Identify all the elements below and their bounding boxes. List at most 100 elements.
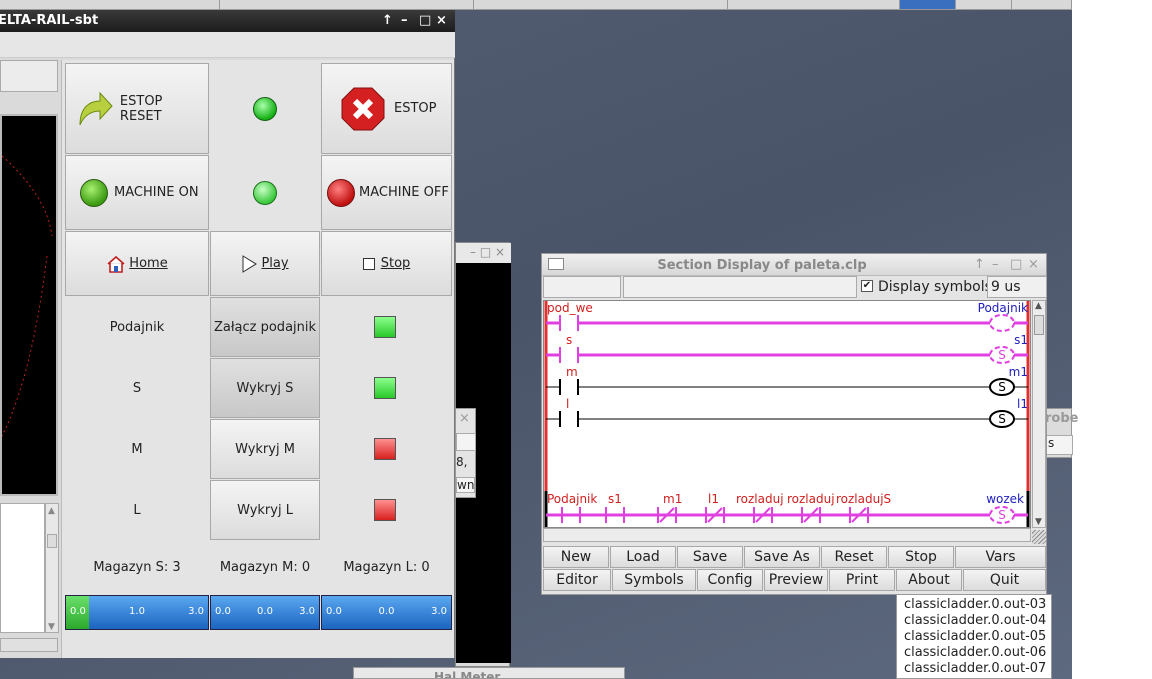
magazyn-m-label: Magazyn M: 0	[219, 559, 311, 575]
main-window-titlebar[interactable]: ELTA-RAIL-sbt ↑ – □ ×	[0, 10, 455, 32]
row-label: Podajnik	[109, 319, 165, 335]
preview-button[interactable]: Preview	[764, 569, 828, 591]
desktop-right-edge	[1072, 0, 1152, 679]
preview-window-titlebar[interactable]: – □ ×	[456, 243, 511, 263]
estop-button[interactable]: ESTOP	[321, 63, 452, 154]
contact-label: m	[566, 365, 578, 379]
minimize-icon[interactable]: –	[401, 13, 408, 28]
ladder-canvas[interactable]: pod_we Podajnik s s1 Sm m1 Sl l1 S Podajnik s1 m1 l1…	[543, 300, 1031, 528]
scroll-down-icon[interactable]: ▼	[1035, 517, 1042, 527]
estop-reset-button[interactable]: ESTOP RESET	[65, 63, 209, 154]
contact-label: m1	[663, 492, 682, 506]
scroll-up-icon[interactable]: ▲	[1035, 301, 1042, 311]
load-button[interactable]: Load	[610, 546, 676, 568]
close-icon[interactable]: ×	[436, 13, 447, 28]
ladder-diagram: pod_we Podajniks s1Sm m1Sl l1SPodajnik s1 m1 l1…	[544, 301, 1030, 527]
play-button[interactable]: Play	[210, 231, 320, 296]
reset-arrow-icon	[79, 91, 113, 125]
print-button[interactable]: Print	[829, 569, 895, 591]
machine-off-button[interactable]: MACHINE OFF	[321, 155, 452, 230]
raise-icon[interactable]: ↑	[382, 13, 393, 28]
ladder-hscroll[interactable]	[543, 528, 1031, 542]
bar-tick-label: 0.0	[257, 606, 273, 617]
magazyn-s-label: Magazyn S: 3	[93, 559, 181, 575]
coil-type: S	[998, 348, 1006, 362]
row-label: M	[131, 441, 143, 457]
hal-meter-window[interactable]: Hal Meter	[353, 667, 625, 679]
save-as-button[interactable]: Save As	[744, 546, 820, 568]
probe-window: robe s	[1044, 408, 1078, 458]
magazyn-m-bar: 0.0 0.0 3.0	[210, 595, 320, 630]
stop-button[interactable]: Stop	[888, 546, 954, 568]
ladder-window: Section Display of paleta.clp ↑ – □ × ✔ …	[541, 253, 1047, 595]
probe-field[interactable]: s	[1045, 435, 1073, 455]
display-symbols-checkbox[interactable]: ✔	[861, 280, 873, 292]
podajnik-status-indicator	[374, 316, 396, 338]
hal-meter-title: Hal Meter	[434, 670, 501, 679]
scroll-thumb[interactable]	[47, 534, 57, 548]
contact-label: Podajnik	[547, 492, 597, 506]
list-item[interactable]: classicladder.0.out-05	[904, 629, 1051, 645]
machine-off-label: MACHINE OFF	[359, 185, 449, 200]
minimize-icon[interactable]: –	[992, 257, 999, 272]
about-button[interactable]: About	[896, 569, 962, 591]
list-item[interactable]: classicladder.0.out-07	[904, 661, 1051, 677]
magazyn-l-label: Magazyn L: 0	[343, 559, 430, 575]
scroll-thumb[interactable]	[1034, 315, 1044, 335]
left-text-area[interactable]	[0, 503, 45, 633]
scroll-down-icon[interactable]: ▼	[48, 622, 55, 632]
magazyn-l-bar: 0.0 0.0 3.0	[321, 595, 452, 630]
signal-list[interactable]: classicladder.0.out-03 classicladder.0.o…	[896, 594, 1052, 679]
contact-label: s1	[608, 492, 622, 506]
close-icon[interactable]: ×	[459, 411, 470, 426]
play-icon	[242, 254, 258, 273]
coil-label: m1	[1009, 365, 1028, 379]
save-button[interactable]: Save	[677, 546, 743, 568]
bar-tick-label: 3.0	[431, 606, 447, 617]
wykryj-m-button[interactable]: Wykryj M	[210, 419, 320, 479]
list-item[interactable]: classicladder.0.out-04	[904, 613, 1051, 629]
rung-comment-field[interactable]	[543, 276, 621, 298]
contact-label: l	[566, 397, 569, 411]
wykryj-l-button[interactable]: Wykryj L	[210, 480, 320, 540]
section-name-field[interactable]	[623, 276, 857, 298]
coil-type: S	[998, 508, 1006, 522]
top-taskbar	[0, 0, 1072, 10]
close-icon[interactable]: ×	[1028, 257, 1039, 272]
home-button[interactable]: Home	[65, 231, 209, 296]
stop-sign-icon	[341, 87, 385, 130]
list-item[interactable]: classicladder.0.out-06	[904, 645, 1051, 661]
stop-button[interactable]: Stop	[321, 231, 452, 296]
new-button[interactable]: New	[543, 546, 609, 568]
coil-label: wozek	[986, 492, 1024, 506]
small-background-window: × 8, wn	[455, 408, 476, 498]
row-label: S	[132, 380, 142, 396]
zalacz-podajnik-button[interactable]: Załącz podajnik	[210, 297, 320, 357]
estop-label: ESTOP	[394, 101, 437, 116]
bar-tick-label: 3.0	[188, 606, 204, 617]
coil-label: l1	[1017, 397, 1028, 411]
resize-grip-icon[interactable]	[1032, 530, 1046, 544]
display-symbols-label: Display symbols	[878, 279, 992, 295]
config-button[interactable]: Config	[697, 569, 763, 591]
editor-button[interactable]: Editor	[543, 569, 611, 591]
ladder-titlebar[interactable]: Section Display of paleta.clp ↑ – □ ×	[542, 254, 1046, 276]
quit-button[interactable]: Quit	[963, 569, 1046, 591]
symbols-button[interactable]: Symbols	[612, 569, 696, 591]
vars-button[interactable]: Vars	[955, 546, 1046, 568]
contact-label: rozladujS	[836, 492, 891, 506]
machine-on-button[interactable]: MACHINE ON	[65, 155, 209, 230]
reset-button[interactable]: Reset	[821, 546, 887, 568]
backplot-view[interactable]	[0, 114, 58, 496]
left-scrollbar[interactable]: ▲ ▼	[45, 503, 59, 633]
wykryj-s-button[interactable]: Wykryj S	[210, 358, 320, 418]
ladder-scrollbar[interactable]: ▲ ▼	[1032, 300, 1046, 528]
raise-icon[interactable]: ↑	[974, 257, 985, 272]
list-item[interactable]: classicladder.0.out-03	[904, 597, 1051, 613]
fragment-button[interactable]: wn	[456, 477, 476, 493]
m-status-indicator	[374, 438, 396, 460]
maximize-icon[interactable]: □	[419, 13, 431, 28]
scan-time-field: 9 us	[987, 276, 1047, 298]
maximize-icon[interactable]: □	[1010, 257, 1022, 272]
scroll-up-icon[interactable]: ▲	[48, 506, 55, 516]
